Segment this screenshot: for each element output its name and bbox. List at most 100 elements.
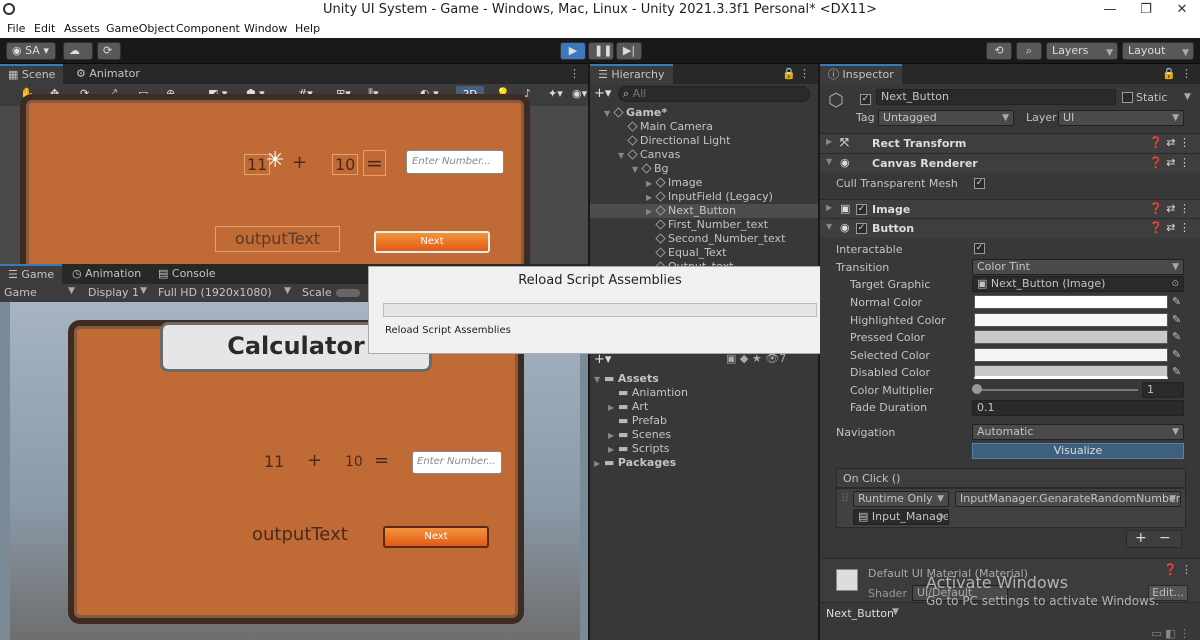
chevron-right-icon[interactable]: ▶	[608, 431, 618, 440]
hierarchy-item[interactable]: Directional Light	[590, 134, 818, 148]
layer-dropdown[interactable]: UI ▼	[1058, 110, 1184, 126]
eyedropper-icon[interactable]: ✎	[1172, 313, 1181, 326]
menu-gameobject[interactable]: GameObject	[106, 22, 175, 35]
chevron-down-icon[interactable]: ▼	[618, 151, 628, 160]
canvas-renderer-header[interactable]: ▼ ◉ Canvas Renderer ❓ ⇄ ⋮	[820, 153, 1200, 173]
chevron-right-icon[interactable]: ▶	[594, 459, 604, 468]
resolution-dropdown[interactable]: Full HD (1920x1080)	[158, 286, 272, 299]
menu-file[interactable]: File	[7, 22, 25, 35]
project-folder[interactable]: ▶ ▬ Scenes	[590, 428, 818, 442]
hierarchy-item[interactable]: ▶ Next_Button	[590, 204, 818, 218]
step-button[interactable]: ▶|	[616, 42, 642, 60]
hierarchy-item[interactable]: ▼ Game*	[590, 106, 818, 120]
tab-game[interactable]: ☰ Game	[0, 264, 63, 284]
tab-inspector[interactable]: ⓘ Inspector	[820, 64, 902, 84]
chevron-down-icon[interactable]: ▼	[604, 109, 614, 118]
object-name-field[interactable]: Next_Button	[876, 89, 1116, 105]
add-icon[interactable]: +▾	[594, 86, 614, 101]
cull-checkbox[interactable]: ✓	[974, 178, 985, 189]
button-enabled-checkbox[interactable]: ✓	[856, 223, 867, 234]
object-picker-icon[interactable]: ⊙	[936, 510, 944, 524]
project-folder[interactable]: ▶ ▬ Scripts	[590, 442, 818, 456]
gizmos-icon[interactable]: ◉▾	[572, 87, 587, 100]
hierarchy-item[interactable]: ▶ Image	[590, 176, 818, 190]
eyedropper-icon[interactable]: ✎	[1172, 365, 1181, 378]
close-icon[interactable]: ✕	[1164, 0, 1200, 20]
game-next-button[interactable]: Next	[383, 526, 489, 548]
hierarchy-item[interactable]: ▼ Canvas	[590, 148, 818, 162]
drag-handle-icon[interactable]: ⠿	[841, 492, 849, 524]
chevron-right-icon[interactable]: ▶	[608, 445, 618, 454]
hierarchy-item[interactable]: Second_Number_text	[590, 232, 818, 246]
chevron-right-icon[interactable]: ▶	[646, 179, 656, 188]
component-menu-icons[interactable]: ❓ ⇄ ⋮	[1149, 202, 1190, 215]
menu-window[interactable]: Window	[244, 22, 287, 35]
hierarchy-item[interactable]: Equal_Text	[590, 246, 818, 260]
search-icon[interactable]: ⌕	[1016, 42, 1042, 60]
create-icon[interactable]: +▾	[594, 352, 611, 367]
pause-button[interactable]: ❚❚	[588, 42, 614, 60]
tag-dropdown[interactable]: Untagged ▼	[878, 110, 1014, 126]
highlighted-color-swatch[interactable]	[974, 313, 1168, 327]
object-picker-icon[interactable]: ⊙	[1171, 277, 1179, 291]
selected-color-swatch[interactable]	[974, 348, 1168, 362]
collab-icon[interactable]: ⟳	[97, 42, 121, 60]
project-folder[interactable]: ▶ ▬ Art	[590, 400, 818, 414]
component-menu-icons[interactable]: ❓ ⇄ ⋮	[1149, 221, 1190, 234]
normal-color-swatch[interactable]	[974, 295, 1168, 309]
tab-console[interactable]: ▤ Console	[150, 264, 224, 284]
chevron-right-icon[interactable]: ▶	[646, 193, 656, 202]
more-options-icon[interactable]: ⋮	[1181, 67, 1192, 80]
tab-scene[interactable]: ▦ Scene	[0, 64, 64, 84]
transition-dropdown[interactable]: Color Tint ▼	[972, 259, 1184, 275]
project-folder[interactable]: ▼ ▬ Assets	[590, 372, 818, 386]
eyedropper-icon[interactable]: ✎	[1172, 348, 1181, 361]
menu-assets[interactable]: Assets	[64, 22, 100, 35]
menu-component[interactable]: Component	[176, 22, 240, 35]
lock-icon[interactable]: 🔒	[1162, 67, 1176, 80]
hierarchy-search[interactable]: ⌕ All	[618, 86, 810, 102]
more-options-icon[interactable]: ⋮	[799, 67, 810, 80]
lock-icon[interactable]: 🔒	[782, 67, 796, 80]
hierarchy-item[interactable]: ▼ Bg	[590, 162, 818, 176]
game-input[interactable]: Enter Number...	[412, 451, 502, 474]
multiplier-slider-handle[interactable]	[972, 384, 982, 394]
minimize-icon[interactable]: —	[1092, 0, 1128, 20]
footer-object-name[interactable]: Next_Button	[826, 607, 894, 620]
active-checkbox[interactable]: ✓	[860, 94, 871, 105]
play-button[interactable]: ▶	[560, 42, 586, 60]
interactable-checkbox[interactable]: ✓	[974, 243, 985, 254]
chevron-down-icon[interactable]: ▼	[632, 165, 642, 174]
menu-help[interactable]: Help	[295, 22, 320, 35]
material-menu-icons[interactable]: ❓ ⋮	[1164, 563, 1192, 576]
shader-dropdown[interactable]: UI/Default	[912, 585, 1008, 601]
history-icon[interactable]: ⟲	[986, 42, 1012, 60]
project-folder[interactable]: ▶ ▬ Packages	[590, 456, 818, 470]
remove-listener-button[interactable]: −	[1159, 530, 1171, 546]
disabled-color-swatch[interactable]	[974, 365, 1168, 379]
chevron-down-icon[interactable]: ▼	[594, 375, 604, 384]
target-graphic-field[interactable]: ▣ Next_Button (Image) ⊙	[972, 276, 1184, 292]
component-menu-icons[interactable]: ❓ ⇄ ⋮	[1149, 156, 1190, 169]
chevron-right-icon[interactable]: ▶	[646, 207, 656, 216]
edit-shader-button[interactable]: Edit...	[1148, 585, 1188, 601]
cloud-icon[interactable]: ☁	[63, 42, 93, 60]
scene-next-button[interactable]: Next	[374, 231, 490, 253]
maximize-icon[interactable]: ❐	[1128, 0, 1164, 20]
visualize-button[interactable]: Visualize	[972, 443, 1184, 459]
runtime-dropdown[interactable]: Runtime Only ▼	[853, 491, 949, 507]
more-options-icon[interactable]: ⋮	[569, 67, 580, 80]
hierarchy-item[interactable]: ▶ InputField (Legacy)	[590, 190, 818, 204]
scale-slider[interactable]	[336, 289, 360, 297]
layout-dropdown[interactable]: Layout ▼	[1122, 42, 1194, 60]
static-checkbox[interactable]	[1122, 92, 1133, 103]
tab-hierarchy[interactable]: ☰ Hierarchy	[590, 64, 673, 84]
scene-input[interactable]: Enter Number...	[406, 150, 504, 174]
project-folder[interactable]: ▬ Aniamtion	[590, 386, 818, 400]
image-enabled-checkbox[interactable]: ✓	[856, 204, 867, 215]
eyedropper-icon[interactable]: ✎	[1172, 295, 1181, 308]
hierarchy-item[interactable]: Main Camera	[590, 120, 818, 134]
image-header[interactable]: ▶ ▣ ✓ Image ❓ ⇄ ⋮	[820, 199, 1200, 219]
hierarchy-item[interactable]: First_Number_text	[590, 218, 818, 232]
layers-dropdown[interactable]: Layers ▼	[1046, 42, 1118, 60]
